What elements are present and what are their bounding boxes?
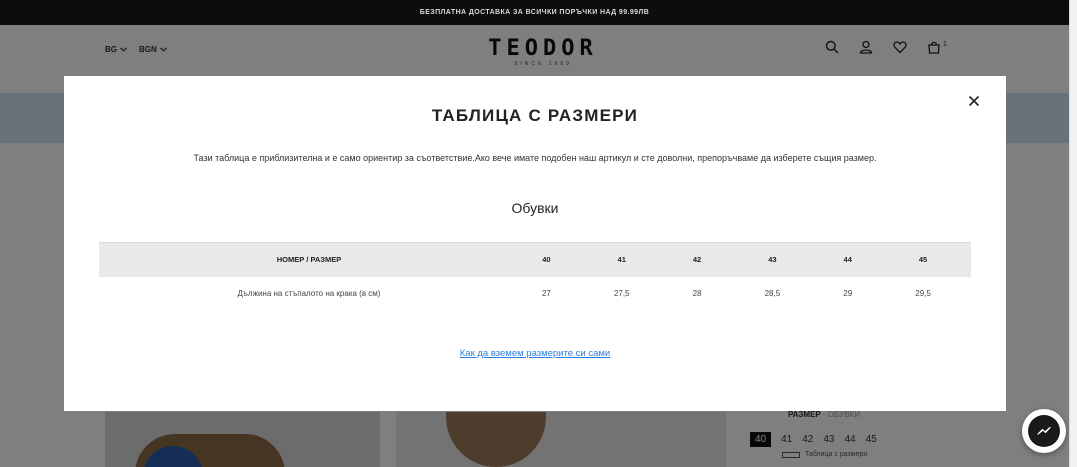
free-shipping-text: БЕЗПЛАТНА ДОСТАВКА ЗА ВСИЧКИ ПОРЪЧКИ НАД… [419, 9, 650, 16]
table-cell: 29 [843, 289, 853, 298]
table-header: 41 [573, 242, 670, 277]
size-chart-modal: ТАБЛИЦА С РАЗМЕРИ Тази таблица е приблиз… [64, 76, 1006, 411]
size-table: НОМЕР / РАЗМЕР 40 41 42 43 44 45 Дължина… [99, 242, 971, 311]
page-scrollbar[interactable] [1069, 0, 1077, 467]
table-header: 45 [875, 242, 971, 277]
table-cell: 29,5 [915, 289, 931, 298]
table-header: 42 [669, 242, 725, 277]
measure-guide-link[interactable]: Как да вземем размерите си сами [460, 348, 611, 359]
table-header: 43 [724, 242, 821, 277]
measure-guide-link-wrap: Как да вземем размерите си сами [64, 348, 1006, 359]
table-header-row: НОМЕР / РАЗМЕР 40 41 42 43 44 45 [99, 242, 971, 277]
table-row: Дължина на стъпалото на крака (в см) 27 … [99, 277, 971, 311]
messenger-chat-button[interactable] [1022, 409, 1066, 453]
messenger-icon [1028, 415, 1060, 447]
modal-title: ТАБЛИЦА С РАЗМЕРИ [431, 106, 639, 125]
table-cell: 27,5 [613, 289, 630, 298]
modal-description: Тази таблица е приблизителна и е само ор… [193, 153, 877, 163]
free-shipping-bar: БЕЗПЛАТНА ДОСТАВКА ЗА ВСИЧКИ ПОРЪЧКИ НАД… [0, 0, 1069, 25]
table-cell: 27 [541, 289, 551, 298]
modal-subtitle: Обувки [511, 200, 559, 216]
table-header: 44 [820, 242, 876, 277]
table-cell: 28,5 [764, 289, 781, 298]
page: БЕЗПЛАТНА ДОСТАВКА ЗА ВСИЧКИ ПОРЪЧКИ НАД… [0, 0, 1077, 467]
table-cell: 28 [692, 289, 702, 298]
table-cell: Дължина на стъпалото на крака (в см) [237, 289, 381, 298]
table-header: 40 [519, 242, 574, 277]
table-header: НОМЕР / РАЗМЕР [99, 242, 519, 277]
